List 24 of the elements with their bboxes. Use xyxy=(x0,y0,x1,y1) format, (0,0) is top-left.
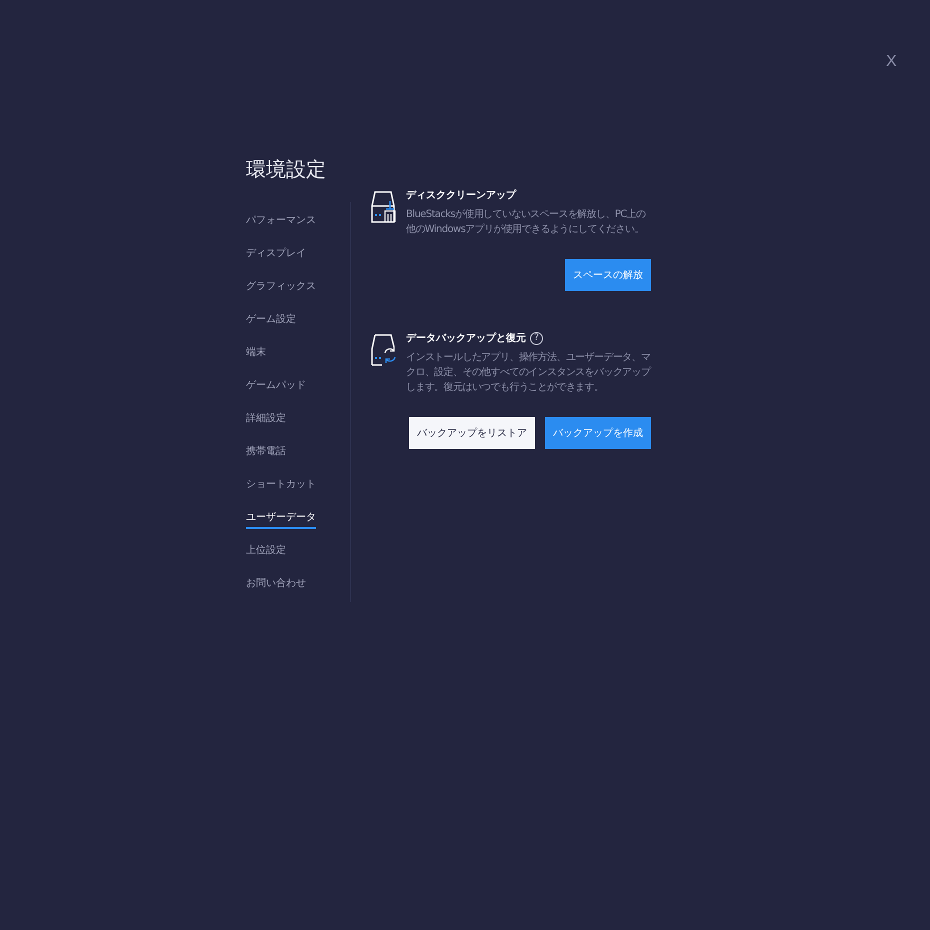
primary-button[interactable]: バックアップを作成 xyxy=(545,417,651,449)
secondary-button[interactable]: バックアップをリストア xyxy=(409,417,535,449)
sidebar-item[interactable]: グラフィックス xyxy=(246,279,316,296)
settings-title: 環境設定 xyxy=(246,156,327,183)
sidebar-item[interactable]: ディスプレイ xyxy=(246,246,306,263)
help-icon[interactable]: ? xyxy=(530,332,543,345)
primary-button[interactable]: スペースの解放 xyxy=(565,259,651,291)
sidebar-item[interactable]: ゲーム設定 xyxy=(246,312,296,329)
section-description: インストールしたアプリ、操作方法、ユーザーデータ、マクロ、設定、その他すべてのインスタンスをバックアップします。復元はいつでも行うことができます。 xyxy=(406,350,651,395)
disk-sync-icon xyxy=(370,333,397,367)
sidebar-item[interactable]: お問い合わせ xyxy=(246,576,306,593)
sidebar-item[interactable]: ゲームパッド xyxy=(246,378,306,395)
sidebar-item[interactable]: 詳細設定 xyxy=(246,411,286,428)
section-title: ディスククリーンアップ xyxy=(406,188,516,203)
sidebar-item[interactable]: ショートカット xyxy=(246,477,316,494)
disk-cleanup-icon xyxy=(370,190,397,224)
sidebar-item[interactable]: ユーザーデータ xyxy=(246,510,316,529)
close-button[interactable]: X xyxy=(886,50,897,74)
section-description: BlueStacksが使用していないスペースを解放し、PC上の他のWindowsアプリが使用できるようにしてください。 xyxy=(406,208,646,237)
sidebar-item[interactable]: パフォーマンス xyxy=(246,213,316,230)
sidebar-item[interactable]: 上位設定 xyxy=(246,543,286,560)
sidebar-item[interactable]: 携帯電話 xyxy=(246,444,286,461)
sidebar-item[interactable]: 端末 xyxy=(246,345,266,362)
section-title: データバックアップと復元 xyxy=(406,331,526,346)
